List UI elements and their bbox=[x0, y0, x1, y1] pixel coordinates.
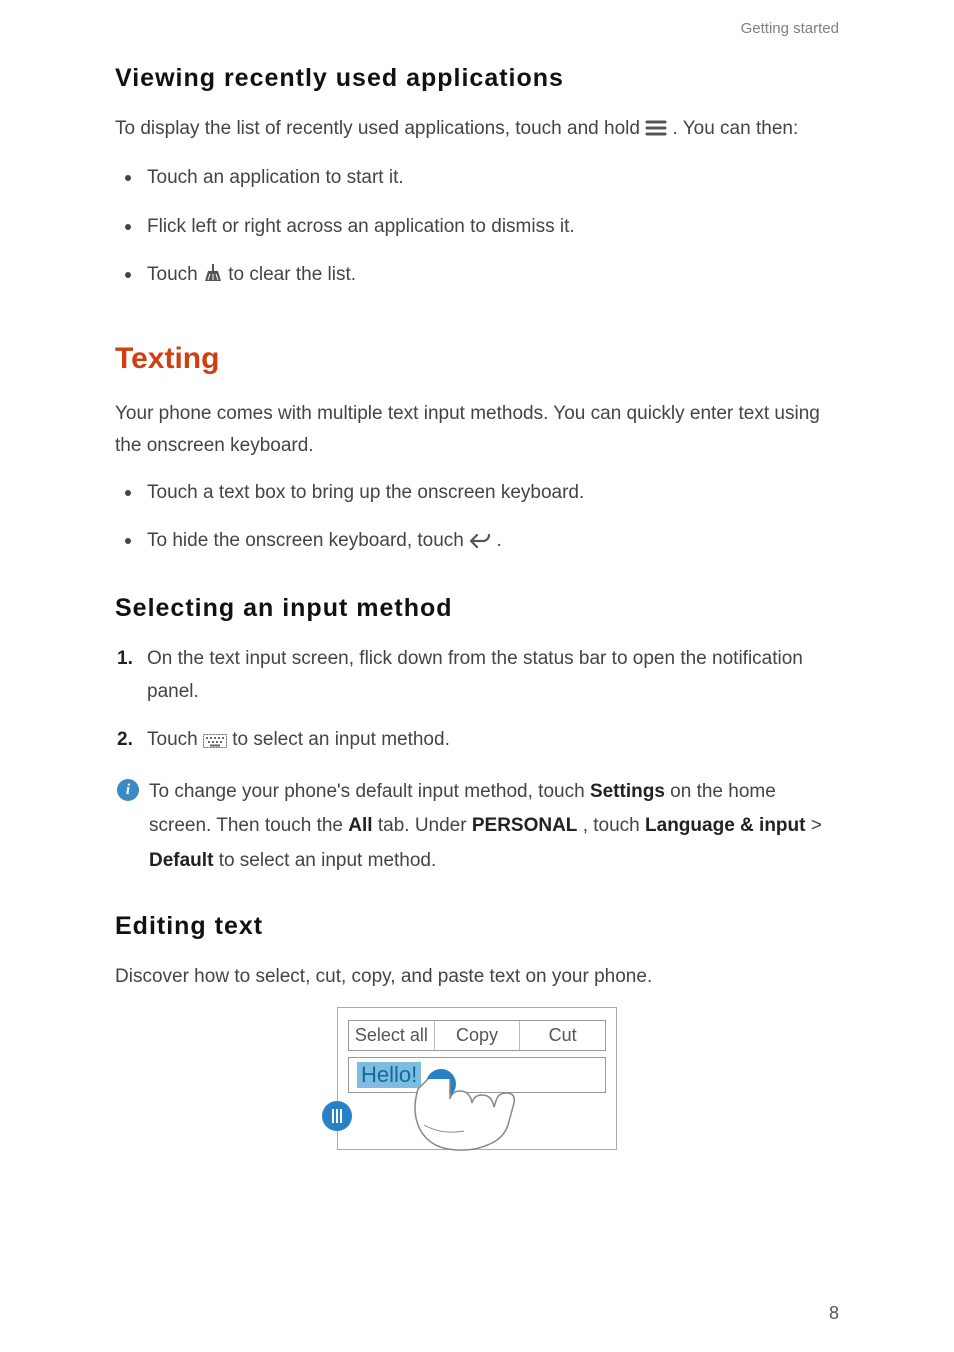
info-note: i To change your phone's default input m… bbox=[117, 775, 839, 878]
paragraph-intro-recent-apps: To display the list of recently used app… bbox=[115, 113, 839, 148]
page-number: 8 bbox=[829, 1303, 839, 1324]
heading-selecting-input-method: Selecting an input method bbox=[115, 594, 839, 623]
back-icon bbox=[469, 528, 491, 560]
broom-icon bbox=[203, 262, 223, 294]
text-fragment: . You can then: bbox=[673, 118, 799, 139]
heading-editing-text: Editing text bbox=[115, 912, 839, 941]
bold-settings: Settings bbox=[590, 781, 665, 802]
menu-copy[interactable]: Copy bbox=[435, 1021, 521, 1050]
heading-texting: Texting bbox=[115, 342, 839, 376]
list-item: Touch a text box to bring up the onscree… bbox=[143, 477, 839, 509]
list-item: Touch an application to start it. bbox=[143, 162, 839, 194]
text-selection-popup: Select all Copy Cut Hello! bbox=[337, 1007, 617, 1150]
text-fragment: to select an input method. bbox=[232, 729, 450, 750]
list-item: Touch to clear the list. bbox=[143, 259, 839, 294]
bold-all: All bbox=[348, 815, 372, 836]
running-head: Getting started bbox=[741, 20, 839, 37]
text-fragment: > bbox=[811, 815, 822, 836]
paragraph-editing-intro: Discover how to select, cut, copy, and p… bbox=[115, 961, 839, 993]
context-menu: Select all Copy Cut bbox=[348, 1020, 606, 1051]
text-fragment: To hide the onscreen keyboard, touch bbox=[147, 530, 469, 551]
text-fragment: , touch bbox=[583, 815, 645, 836]
illustration-text-selection: Select all Copy Cut Hello! bbox=[115, 1007, 839, 1150]
text-fragment: to clear the list. bbox=[228, 264, 356, 285]
finger-pointer-icon bbox=[398, 1079, 518, 1169]
selection-handle-left[interactable] bbox=[322, 1101, 352, 1131]
bullet-list-texting: Touch a text box to bring up the onscree… bbox=[115, 477, 839, 561]
text-fragment: To display the list of recently used app… bbox=[115, 118, 645, 139]
bold-default: Default bbox=[149, 850, 213, 871]
text-fragment: Touch bbox=[147, 264, 203, 285]
list-item: On the text input screen, flick down fro… bbox=[143, 643, 839, 708]
info-icon: i bbox=[117, 779, 139, 801]
bold-language-input: Language & input bbox=[645, 815, 805, 836]
bold-personal: PERSONAL bbox=[472, 815, 578, 836]
bullet-list-recent-apps: Touch an application to start it. Flick … bbox=[115, 162, 839, 294]
text-fragment: Touch bbox=[147, 729, 203, 750]
menu-select-all[interactable]: Select all bbox=[349, 1021, 435, 1050]
text-fragment: To change your phone's default input met… bbox=[149, 781, 590, 802]
menu-cut[interactable]: Cut bbox=[520, 1021, 605, 1050]
paragraph-texting-intro: Your phone comes with multiple text inpu… bbox=[115, 398, 839, 463]
text-fragment: tab. Under bbox=[378, 815, 472, 836]
text-fragment: to select an input method. bbox=[219, 850, 437, 871]
heading-viewing-recent-apps: Viewing recently used applications bbox=[115, 64, 839, 93]
note-text: To change your phone's default input met… bbox=[149, 775, 839, 878]
list-item: Flick left or right across an applicatio… bbox=[143, 211, 839, 243]
text-fragment: . bbox=[496, 530, 501, 551]
menu-icon bbox=[645, 116, 667, 148]
steps-selecting-input: On the text input screen, flick down fro… bbox=[115, 643, 839, 759]
keyboard-icon bbox=[203, 727, 227, 759]
list-item: To hide the onscreen keyboard, touch . bbox=[143, 525, 839, 560]
page: Getting started Viewing recently used ap… bbox=[0, 0, 954, 1352]
list-item: Touch to select an input method. bbox=[143, 724, 839, 759]
